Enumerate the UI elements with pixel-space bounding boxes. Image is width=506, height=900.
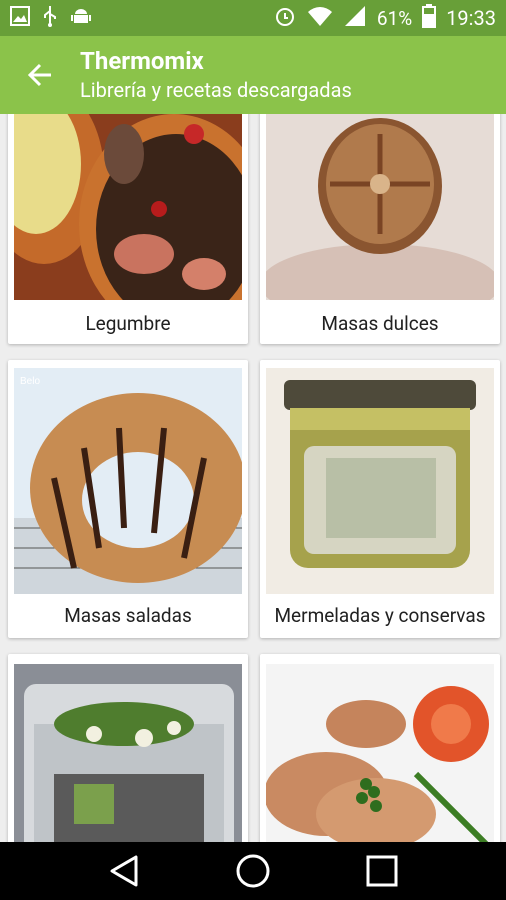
category-label: Masas saladas: [64, 604, 192, 627]
app-title: Thermomix: [80, 47, 204, 75]
category-6-image: [266, 664, 494, 842]
app-subtitle: Librería y recetas descargadas: [80, 78, 352, 102]
svg-text:Belo: Belo: [20, 376, 40, 387]
legumbre-image: [14, 114, 242, 300]
nav-recents-button[interactable]: [352, 842, 412, 900]
category-label: Masas dulces: [321, 312, 439, 335]
category-label: Legumbre: [85, 312, 171, 335]
clock: 19:33: [446, 6, 496, 30]
alarm-icon: [273, 4, 297, 33]
category-card-mermeladas-conservas[interactable]: Mermeladas y conservas: [260, 360, 500, 638]
back-button[interactable]: [0, 36, 80, 114]
category-card-masas-dulces[interactable]: Masas dulces: [260, 114, 500, 344]
usb-icon: [42, 5, 58, 31]
back-arrow-icon: [27, 63, 51, 87]
masas-saladas-image: Belo: [14, 368, 242, 594]
navigation-bar: [0, 842, 506, 900]
category-label: Mermeladas y conservas: [274, 604, 486, 627]
recents-square-icon: [366, 855, 398, 887]
home-circle-icon: [236, 854, 270, 888]
category-grid: Legumbre Masas dulces Belo Masas saladas…: [0, 114, 506, 842]
category-card-6[interactable]: [260, 654, 500, 842]
android-icon: [70, 5, 92, 31]
image-icon: [10, 6, 30, 30]
nav-back-button[interactable]: [94, 842, 154, 900]
category-5-image: [14, 664, 242, 842]
category-card-legumbre[interactable]: Legumbre: [8, 114, 248, 344]
mermeladas-conservas-image: [266, 368, 494, 594]
wifi-icon: [307, 5, 333, 32]
app-bar: Thermomix Librería y recetas descargadas: [0, 36, 506, 114]
signal-icon: [343, 5, 367, 32]
battery-percent: 61%: [376, 6, 413, 30]
status-bar: 61% 19:33: [0, 0, 506, 36]
category-card-masas-saladas[interactable]: Belo Masas saladas: [8, 360, 248, 638]
masas-dulces-image: [266, 114, 494, 300]
battery-icon: [422, 3, 437, 33]
category-card-5[interactable]: [8, 654, 248, 842]
back-triangle-icon: [110, 855, 138, 887]
nav-home-button[interactable]: [223, 842, 283, 900]
